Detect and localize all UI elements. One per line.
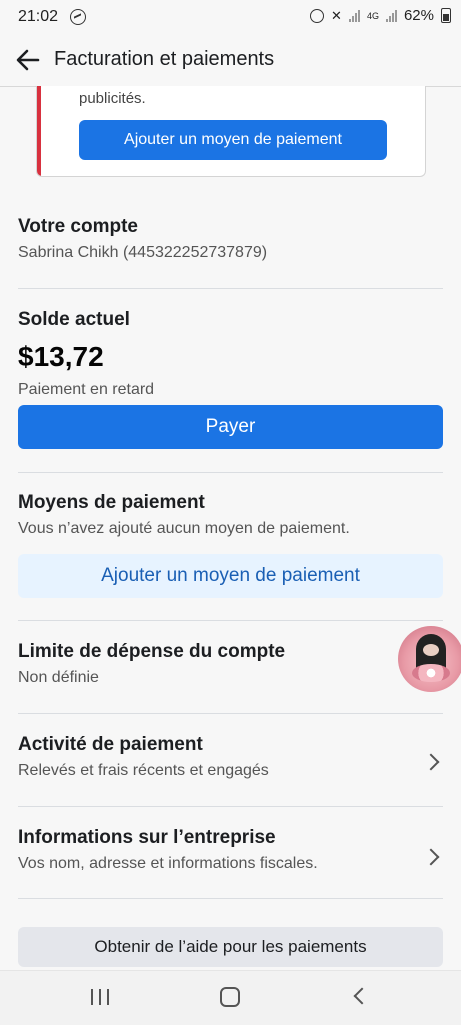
payment-help-button[interactable]: Obtenir de l’aide pour les paiements <box>18 927 443 967</box>
payment-methods-description: Vous n’avez ajouté aucun moyen de paieme… <box>18 520 350 537</box>
app-bar: Facturation et paiements <box>0 34 461 87</box>
alarm-icon <box>310 8 325 23</box>
payment-methods-title: Moyens de paiement <box>18 492 205 513</box>
business-info-title: Informations sur l’entreprise <box>18 827 276 848</box>
payment-activity-description: Relevés et frais récents et engagés <box>18 762 269 779</box>
signal-icon-2 <box>385 9 397 22</box>
balance-amount: $13,72 <box>18 341 104 372</box>
spending-limit-row[interactable]: Limite de dépense du compte Non définie <box>18 641 443 687</box>
profile-avatar[interactable] <box>398 626 461 692</box>
balance-status: Paiement en retard <box>18 381 155 398</box>
mute-icon: ✕ <box>331 7 342 23</box>
spending-limit-title: Limite de dépense du compte <box>18 641 286 662</box>
account-value: Sabrina Chikh (445322252737879) <box>18 244 268 261</box>
divider <box>18 806 443 807</box>
page-title: Facturation et paiements <box>54 48 275 70</box>
balance-section: Solde actuel $13,72 Paiement en retard <box>18 309 443 399</box>
pay-button[interactable]: Payer <box>18 405 443 449</box>
nav-back-icon[interactable] <box>353 987 371 1005</box>
status-bar: 21:02 ✕ 4G 62% <box>0 0 461 34</box>
signal-icon <box>348 9 360 22</box>
back-arrow-icon[interactable] <box>14 46 42 74</box>
divider <box>18 713 443 714</box>
divider <box>18 620 443 621</box>
card-text: publicités. <box>79 90 146 107</box>
status-time: 21:02 <box>18 8 59 25</box>
battery-percent: 62% <box>403 7 434 24</box>
account-title: Votre compte <box>18 216 139 237</box>
card-add-payment-button[interactable]: Ajouter un moyen de paiement <box>79 120 387 160</box>
divider <box>18 288 443 289</box>
messenger-icon <box>70 9 86 25</box>
home-icon[interactable] <box>220 987 240 1007</box>
add-payment-method-button[interactable]: Ajouter un moyen de paiement <box>18 554 443 598</box>
status-icons: ✕ 4G 62% <box>310 7 451 24</box>
recent-apps-icon[interactable] <box>91 989 109 1005</box>
battery-icon <box>441 8 451 23</box>
card-accent-bar <box>37 86 41 176</box>
account-section: Votre compte Sabrina Chikh (445322252737… <box>18 216 443 262</box>
network-type: 4G <box>366 10 379 21</box>
balance-title: Solde actuel <box>18 309 130 330</box>
spending-limit-value: Non définie <box>18 669 99 686</box>
business-info-description: Vos nom, adresse et informations fiscale… <box>18 855 318 872</box>
divider <box>18 898 443 899</box>
payment-activity-row[interactable]: Activité de paiement Relevés et frais ré… <box>18 734 443 784</box>
add-payment-card: publicités. Ajouter un moyen de paiement <box>36 86 426 177</box>
payment-methods-section: Moyens de paiement Vous n’avez ajouté au… <box>18 492 443 538</box>
business-info-row[interactable]: Informations sur l’entreprise Vos nom, a… <box>18 827 443 877</box>
system-nav-bar <box>0 970 461 1025</box>
payment-activity-title: Activité de paiement <box>18 734 203 755</box>
divider <box>18 472 443 473</box>
